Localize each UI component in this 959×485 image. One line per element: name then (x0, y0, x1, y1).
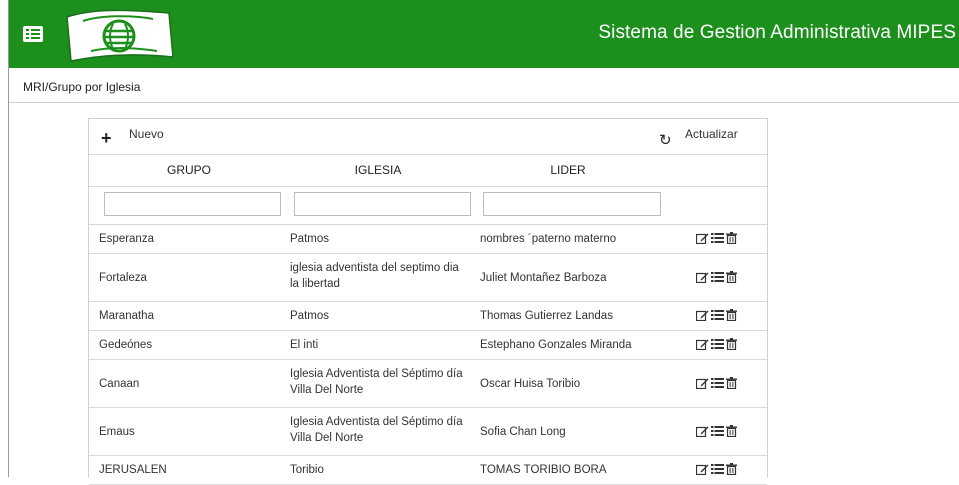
list-icon[interactable] (711, 308, 724, 326)
list-icon[interactable] (711, 376, 724, 394)
table-header: GRUPO IGLESIA LIDER (89, 154, 767, 187)
trash-icon[interactable] (726, 424, 737, 442)
edit-icon[interactable] (695, 462, 709, 480)
cell-iglesia-line: El inti (290, 339, 319, 351)
row-actions (695, 231, 737, 249)
new-button-label: Nuevo (129, 127, 164, 141)
table-row[interactable]: Gedeónes El inti Estephano Gonzales Mirand… (89, 331, 767, 360)
row-actions (695, 308, 737, 326)
plus-icon: + (101, 128, 112, 148)
list-icon[interactable] (711, 462, 724, 480)
open-book-globe-logo (66, 9, 174, 62)
cell-iglesia-line: Patmos (290, 233, 329, 245)
cell-iglesia: Iglesia Adventista del Séptimo día Villa … (290, 414, 463, 446)
row-actions (695, 376, 737, 394)
list-icon (23, 26, 43, 42)
cell-iglesia-line: Villa Del Norte (290, 384, 364, 396)
cell-iglesia: Toribio (290, 462, 324, 478)
table-row[interactable]: Esperanza Patmos nombres ´paterno materno (89, 225, 767, 254)
list-icon[interactable] (711, 337, 724, 355)
filter-lider-input[interactable] (483, 192, 661, 216)
trash-icon[interactable] (726, 376, 737, 394)
trash-icon[interactable] (726, 231, 737, 249)
table-row[interactable]: Maranatha Patmos Thomas Gutierrez Landas (89, 302, 767, 331)
row-actions (695, 337, 737, 355)
cell-iglesia-line: Toribio (290, 464, 324, 476)
cell-grupo: Gedeónes (99, 339, 153, 351)
cell-iglesia-line: iglesia adventista del septimo dia (290, 262, 459, 274)
cell-iglesia-line: Iglesia Adventista del Séptimo día (290, 368, 463, 380)
data-grid: + Nuevo ↻ Actualizar GRUPO IGLESIA LIDER… (88, 118, 768, 485)
breadcrumb: MRI/Grupo por Iglesia (23, 80, 141, 94)
trash-icon[interactable] (726, 308, 737, 326)
list-icon[interactable] (711, 424, 724, 442)
edit-icon[interactable] (695, 376, 709, 394)
edit-icon[interactable] (695, 424, 709, 442)
cell-lider: Thomas Gutierrez Landas (480, 310, 613, 322)
edit-icon[interactable] (695, 308, 709, 326)
column-header-lider[interactable]: LIDER (477, 163, 659, 177)
trash-icon[interactable] (726, 337, 737, 355)
cell-lider: Juliet Montañez Barboza (480, 272, 607, 284)
cell-iglesia: El inti (290, 337, 318, 353)
top-bar: Sistema de Gestion Administrativa MIPES (9, 0, 959, 68)
edit-icon[interactable] (695, 231, 709, 249)
cell-lider: TOMAS TORIBIO BORA (480, 464, 607, 476)
cell-iglesia: iglesia adventista del septimo dia la lib… (290, 260, 459, 292)
table-row[interactable]: Fortaleza iglesia adventista del septimo … (89, 254, 767, 302)
column-header-iglesia[interactable]: IGLESIA (287, 163, 469, 177)
cell-iglesia-line: Patmos (290, 310, 329, 322)
edit-icon[interactable] (695, 270, 709, 288)
cell-iglesia-line: Iglesia Adventista del Séptimo día (290, 416, 463, 428)
list-icon[interactable] (711, 270, 724, 288)
cell-iglesia: Patmos (290, 231, 329, 247)
app-title: Sistema de Gestion Administrativa MIPES (598, 22, 956, 43)
row-actions (695, 462, 737, 480)
logo (61, 7, 175, 63)
refresh-button[interactable]: ↻ Actualizar (659, 127, 738, 149)
cell-grupo: Canaan (99, 378, 140, 390)
trash-icon[interactable] (726, 270, 737, 288)
filter-iglesia-input[interactable] (294, 192, 471, 216)
edit-icon[interactable] (695, 337, 709, 355)
cell-grupo: Fortaleza (99, 272, 147, 284)
cell-iglesia-line: la libertad (290, 278, 340, 290)
cell-grupo: Maranatha (99, 310, 154, 322)
list-icon[interactable] (711, 231, 724, 249)
cell-grupo: Esperanza (99, 233, 154, 245)
cell-grupo: Emaus (99, 426, 135, 438)
filter-grupo-input[interactable] (104, 192, 281, 216)
table-row[interactable]: Canaan Iglesia Adventista del Séptimo día… (89, 360, 767, 408)
cell-lider: Estephano Gonzales Miranda (480, 339, 632, 351)
table-row[interactable]: JERUSALEN Toribio TOMAS TORIBIO BORA (89, 456, 767, 485)
table-row[interactable]: Emaus Iglesia Adventista del Séptimo día V… (89, 408, 767, 456)
cell-iglesia: Iglesia Adventista del Séptimo día Villa … (290, 366, 463, 398)
column-header-grupo[interactable]: GRUPO (99, 163, 279, 177)
cell-lider: Oscar Huisa Toribio (480, 378, 581, 390)
app-frame: Sistema de Gestion Administrativa MIPES … (8, 0, 959, 485)
grid-toolbar: + Nuevo ↻ Actualizar (89, 119, 767, 155)
cell-iglesia: Patmos (290, 308, 329, 324)
refresh-button-label: Actualizar (685, 127, 738, 141)
row-actions (695, 270, 737, 288)
cell-grupo: JERUSALEN (99, 464, 167, 476)
new-button[interactable]: + Nuevo (101, 127, 164, 147)
trash-icon[interactable] (726, 462, 737, 480)
cell-lider: nombres ´paterno materno (480, 233, 617, 245)
filter-row (89, 187, 767, 225)
cell-lider: Sofia Chan Long (480, 426, 566, 438)
cell-iglesia-line: Villa Del Norte (290, 432, 364, 444)
refresh-icon: ↻ (659, 131, 672, 149)
menu-toggle-button[interactable] (23, 26, 43, 42)
row-actions (695, 424, 737, 442)
breadcrumb-bar: MRI/Grupo por Iglesia (9, 68, 959, 103)
